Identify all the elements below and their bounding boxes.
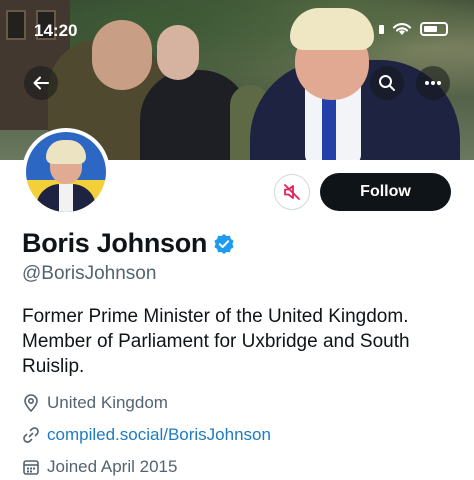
search-button[interactable] xyxy=(370,66,404,100)
display-name: Boris Johnson xyxy=(22,228,208,258)
name-row: Boris Johnson xyxy=(22,228,235,259)
search-icon xyxy=(379,75,395,91)
bio-line: Ruislip. xyxy=(22,356,85,377)
avatar-image xyxy=(26,132,106,212)
muted-speaker-icon xyxy=(284,184,300,200)
profile-handle: @BorisJohnson xyxy=(22,263,157,284)
calendar-icon xyxy=(22,458,40,476)
verified-badge-icon[interactable] xyxy=(213,233,235,255)
wifi-icon xyxy=(392,23,412,35)
status-time: 14:20 xyxy=(34,21,78,40)
signal-icon xyxy=(379,24,384,34)
back-button[interactable] xyxy=(24,66,58,100)
status-icons xyxy=(379,22,448,36)
location-pin-icon xyxy=(22,394,40,412)
link-icon xyxy=(22,426,40,444)
unmute-button[interactable] xyxy=(274,174,310,210)
profile-location: United Kingdom xyxy=(22,393,168,413)
battery-icon xyxy=(420,22,448,36)
banner-person-head xyxy=(157,25,199,80)
website-link[interactable]: compiled.social/BorisJohnson xyxy=(47,425,271,445)
profile-joined: Joined April 2015 xyxy=(22,457,177,477)
profile-bio: Former Prime Minister of the United King… xyxy=(22,304,462,379)
follow-button[interactable]: Follow xyxy=(320,173,451,211)
more-horizontal-icon xyxy=(425,81,441,85)
bio-line: Member of Parliament for Uxbridge and So… xyxy=(22,331,410,352)
profile-website[interactable]: compiled.social/BorisJohnson xyxy=(22,425,271,445)
avatar[interactable] xyxy=(22,128,110,216)
joined-text: Joined April 2015 xyxy=(47,457,178,476)
banner-person-hair xyxy=(290,8,374,50)
banner-person-head xyxy=(92,20,152,90)
arrow-left-icon xyxy=(33,76,49,90)
more-button[interactable] xyxy=(416,66,450,100)
bio-line: Former Prime Minister of the United King… xyxy=(22,306,409,327)
location-text: United Kingdom xyxy=(47,393,168,412)
banner-tie xyxy=(322,92,336,160)
